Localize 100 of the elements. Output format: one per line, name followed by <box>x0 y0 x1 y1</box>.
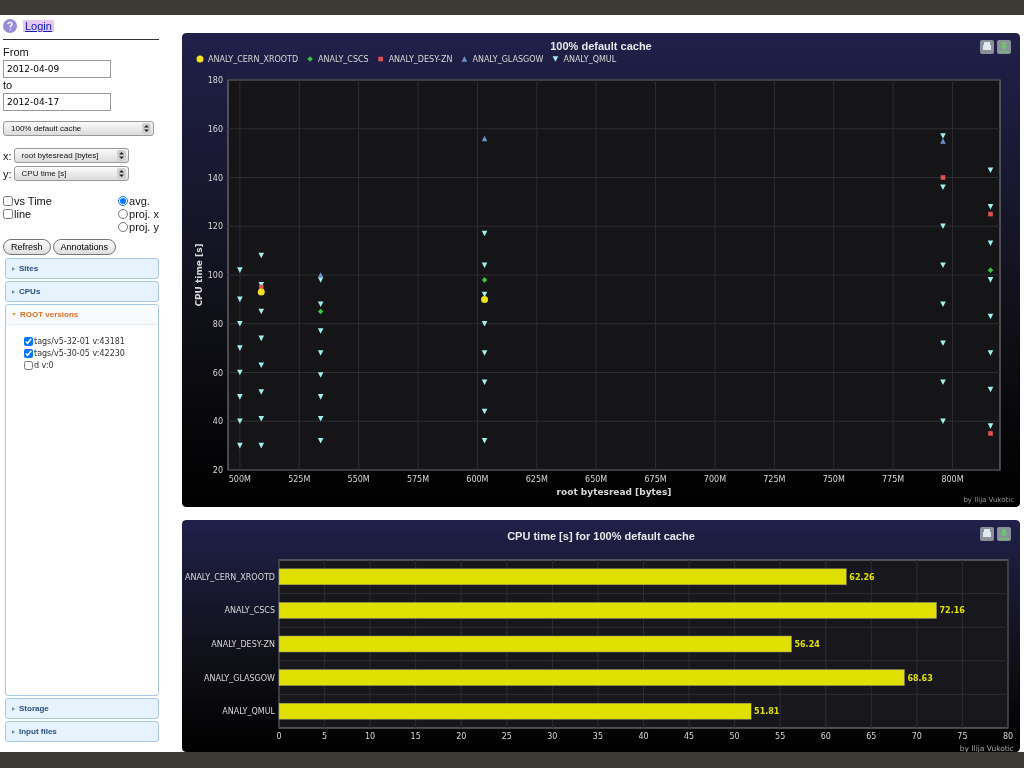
axis-category-label: ANALY_CERN_XROOTD <box>184 572 275 582</box>
axis-tick-label: 600M <box>466 475 489 484</box>
date-field[interactable]: 2012-04-09 <box>3 60 111 78</box>
axis-tick-label: 525M <box>288 475 311 484</box>
legend-label: ANALY_GLASGOW <box>472 55 544 64</box>
axis-tick-label: 20 <box>456 732 467 741</box>
accordion-header[interactable]: Sites <box>5 258 159 279</box>
axis-category-label: ANALY_QMUL <box>222 707 275 717</box>
axis-tick-label: 5 <box>322 732 328 741</box>
chart-title: 100% default cache <box>550 40 652 52</box>
dropdown[interactable]: root bytesread [bytes] <box>13 148 129 163</box>
axis-tick-label: 50 <box>729 732 740 741</box>
data-label: 72.16 <box>939 606 965 616</box>
checkbox[interactable] <box>3 196 13 206</box>
axis-tick-label: 60 <box>212 368 223 378</box>
legend-label: ANALY_QMUL <box>563 55 617 64</box>
legend-label: ANALY_DESY-ZN <box>388 55 453 64</box>
axis-tick-label: 775M <box>882 475 905 484</box>
accordion-header[interactable]: Input files <box>5 721 159 742</box>
caret-icon <box>12 313 16 316</box>
axis-tick-label: 65 <box>866 732 877 741</box>
checkbox[interactable] <box>24 349 33 358</box>
toolbar-button[interactable]: Refresh <box>3 239 51 255</box>
axis-title: root bytesread [bytes] <box>556 487 672 497</box>
axis-tick-label: 575M <box>406 475 430 484</box>
printer-icon[interactable] <box>980 527 994 541</box>
axis-tick-label: 120 <box>207 222 223 232</box>
axis-tick-label: 40 <box>638 732 649 741</box>
chart-title: CPU time [s] for 100% default cache <box>507 530 695 542</box>
axis-tick-label: 180 <box>207 76 223 85</box>
stepper-icon <box>116 150 126 161</box>
radio-label: proj. x <box>129 208 159 220</box>
axis-tick-label: 25 <box>501 732 512 741</box>
axis-tick-label: 625M <box>525 475 548 484</box>
radio-label: proj. y <box>129 221 159 233</box>
axis-tick-label: 800M <box>941 475 964 484</box>
download-icon[interactable] <box>997 527 1011 541</box>
axis-tick-label: 160 <box>207 124 223 134</box>
axis-tick-label: 80 <box>1002 732 1014 741</box>
axis-label: x: <box>3 149 12 162</box>
legend-label: ANALY_CERN_XROOTD <box>208 55 299 64</box>
caret-icon <box>12 729 15 734</box>
radio-button[interactable] <box>118 222 129 232</box>
axis-category-label: ANALY_GLASGOW <box>204 673 275 683</box>
checkbox[interactable] <box>24 337 33 346</box>
legend-label: ANALY_CSCS <box>318 55 369 64</box>
checkbox-label: vs Time <box>14 195 52 207</box>
axis-tick-label: 10 <box>365 732 376 741</box>
axis-tick-label: 750M <box>822 475 845 484</box>
toolbar-button[interactable]: Annotations <box>52 239 117 255</box>
accordion-header[interactable]: CPUs <box>5 281 159 302</box>
data-label: 62.26 <box>849 572 875 582</box>
axis-tick-label: 650M <box>585 475 608 484</box>
checkbox-label: d v:0 <box>34 361 54 370</box>
checkbox-label: line <box>14 208 32 220</box>
checkbox[interactable] <box>24 361 33 370</box>
axis-tick-label: 725M <box>763 475 786 484</box>
checkbox[interactable] <box>3 209 13 219</box>
axis-tick-label: 20 <box>212 466 223 475</box>
axis-tick-label: 75 <box>957 732 968 741</box>
axis-title: CPU time [s] <box>194 243 204 307</box>
radio-button[interactable] <box>118 209 129 219</box>
axis-tick-label: 140 <box>207 173 223 183</box>
caret-icon <box>12 706 15 711</box>
axis-tick-label: 40 <box>212 417 223 427</box>
data-label: 51.81 <box>754 707 780 717</box>
axis-label: y: <box>3 167 12 180</box>
help-icon[interactable] <box>3 19 17 33</box>
data-label: 68.63 <box>907 673 933 683</box>
printer-icon[interactable] <box>980 40 994 54</box>
axis-tick-label: 0 <box>276 732 282 741</box>
radio-label: avg. <box>129 195 150 207</box>
from-label: From <box>3 46 30 58</box>
axis-tick-label: 45 <box>683 732 695 741</box>
axis-tick-label: 15 <box>410 732 421 741</box>
axis-tick-label: 55 <box>775 732 786 741</box>
axis-category-label: ANALY_CSCS <box>224 606 275 616</box>
axis-tick-label: 100 <box>207 271 223 280</box>
axis-tick-label: 675M <box>644 475 667 484</box>
radio-button[interactable] <box>118 196 129 206</box>
login-link[interactable]: Login <box>23 20 54 32</box>
axis-tick-label: 35 <box>592 732 604 741</box>
axis-tick-label: 30 <box>547 732 558 741</box>
accordion-header[interactable]: Storage <box>5 698 159 719</box>
axis-tick-label: 70 <box>911 732 922 741</box>
stepper-icon <box>116 168 126 179</box>
caret-icon <box>12 289 15 294</box>
dropdown[interactable]: CPU time [s] <box>13 166 129 181</box>
axis-tick-label: 550M <box>347 475 370 484</box>
date-field[interactable]: 2012-04-17 <box>3 93 111 111</box>
axis-tick-label: 60 <box>820 732 831 741</box>
checkbox-label: tags/v5-32-01 v:43181 <box>34 337 125 346</box>
stepper-icon <box>142 123 151 134</box>
download-icon[interactable] <box>997 40 1011 54</box>
to-label: to <box>3 79 14 91</box>
caret-icon <box>12 266 15 271</box>
axis-tick-label: 700M <box>703 475 727 484</box>
axis-category-label: ANALY_DESY-ZN <box>211 640 275 649</box>
checkbox-label: tags/v5-30-05 v:42230 <box>34 349 125 358</box>
dropdown[interactable]: 100% default cache <box>3 121 154 136</box>
